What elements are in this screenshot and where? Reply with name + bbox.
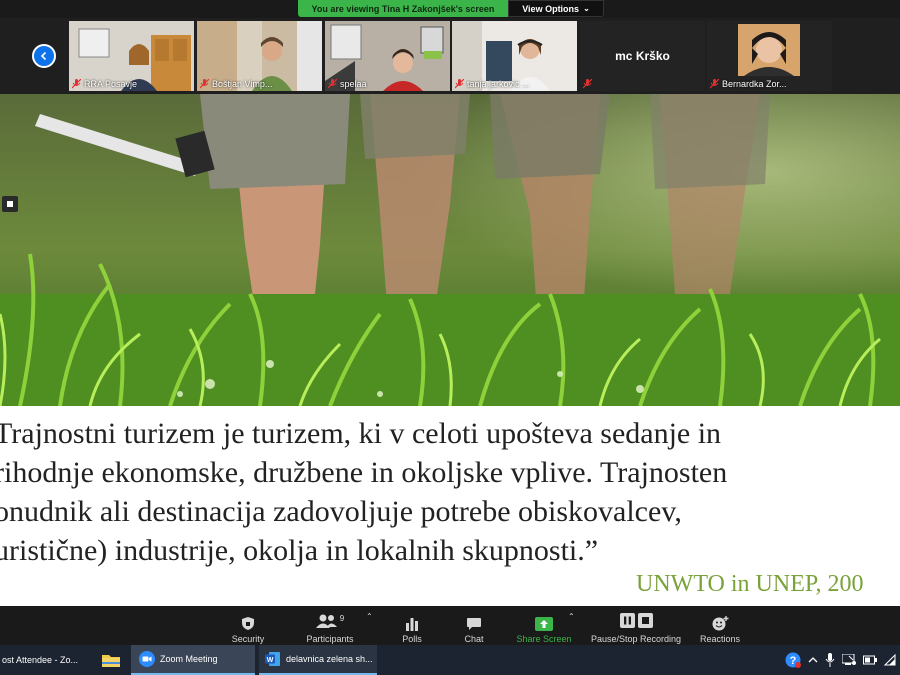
participants-button[interactable]: 9 Participants <box>302 608 358 644</box>
folder-icon <box>102 655 120 667</box>
emoji-plus-icon <box>712 616 728 631</box>
participant-tile[interactable]: Bernardka Zor... <box>707 21 832 91</box>
mic-muted-icon <box>455 79 464 89</box>
previous-page-button[interactable] <box>32 44 56 68</box>
mic-muted-icon <box>72 79 81 89</box>
recording-label: Pause/Stop Recording <box>590 634 682 644</box>
chevron-up-icon[interactable] <box>808 655 818 665</box>
chat-bubble-icon <box>467 618 481 630</box>
quote-line: uristične) industrije, okolja in lokalni… <box>0 534 599 567</box>
participant-tile[interactable]: tanja jarkovic ... <box>452 21 577 91</box>
pause-stop-recording-button[interactable]: Pause/Stop Recording <box>588 608 684 644</box>
taskbar-item-label: Zoom Meeting <box>160 654 218 664</box>
participant-name: RRA Posavje <box>84 79 138 89</box>
help-icon[interactable]: ? <box>785 652 801 668</box>
quote-line: Trajnostni turizem je turizem, ki v celo… <box>0 417 722 450</box>
slide-quote: Trajnostni turizem je turizem, ki v celo… <box>0 414 900 570</box>
chevron-left-icon <box>40 51 47 61</box>
polls-button[interactable]: Polls <box>396 608 428 644</box>
participant-tile[interactable]: mc Krško <box>580 21 705 91</box>
stop-icon <box>637 613 653 628</box>
reactions-label: Reactions <box>699 634 741 644</box>
shield-icon <box>242 617 254 630</box>
zoom-camera-icon <box>139 651 155 667</box>
view-options-button[interactable]: View Options ⌄ <box>508 0 604 17</box>
participants-label: Participants <box>306 634 354 644</box>
view-banner: You are viewing Tina H Zakonjšek's scree… <box>0 0 900 18</box>
wifi-icon[interactable] <box>884 654 896 666</box>
slide-photo <box>0 94 900 406</box>
participants-caret-icon[interactable]: ⌃ <box>366 612 373 621</box>
word-icon: W <box>265 652 280 666</box>
taskbar-item-label: ost Attendee - Zo... <box>2 655 79 665</box>
pause-icon <box>619 613 635 628</box>
quote-line: onudnik ali destinacija zadovoljuje potr… <box>0 495 682 528</box>
bar-chart-icon <box>406 618 418 631</box>
people-icon <box>315 614 337 628</box>
participants-count: 9 <box>339 614 345 623</box>
view-options-label: View Options <box>522 3 580 14</box>
viewing-screen-label: You are viewing Tina H Zakonjšek's scree… <box>298 0 508 17</box>
participant-name: spelaa <box>340 79 367 89</box>
taskbar-item-label: delavnica zelena sh... <box>286 654 373 664</box>
taskbar-item-file-explorer[interactable] <box>96 645 126 675</box>
participant-tile[interactable]: Boštjan Vimp... <box>197 21 322 91</box>
quote-line: rihodnje ekonomske, družbene in okoljske… <box>0 456 728 489</box>
svg-text:W: W <box>267 657 274 664</box>
network-icon[interactable] <box>842 654 856 666</box>
stop-square-icon <box>7 201 13 207</box>
quote-source: UNWTO in UNEP, 200 <box>636 571 864 597</box>
stop-share-indicator[interactable] <box>2 196 18 212</box>
polls-label: Polls <box>402 634 422 644</box>
windows-taskbar: ost Attendee - Zo... Zoom Meeting W dela… <box>0 645 900 675</box>
security-button[interactable]: Security <box>226 608 270 644</box>
participant-tile[interactable]: RRA Posavje <box>69 21 194 91</box>
participant-name: Bernardka Zor... <box>722 79 787 89</box>
mic-muted-icon <box>583 79 592 89</box>
mic-muted-icon <box>328 79 337 89</box>
participant-name: tanja jarkovic ... <box>467 79 530 89</box>
mic-muted-icon <box>200 79 209 89</box>
reactions-button[interactable]: Reactions <box>698 608 742 644</box>
meeting-toolbar: Security 9 Participants ⌃ Polls Chat Sha… <box>0 606 900 645</box>
mic-muted-icon <box>710 79 719 89</box>
participant-photo <box>738 24 800 76</box>
microphone-icon[interactable] <box>825 653 835 667</box>
participant-name: Boštjan Vimp... <box>212 79 273 89</box>
system-tray: ? <box>785 652 896 668</box>
taskbar-item-host-attendee[interactable]: ost Attendee - Zo... <box>0 645 90 675</box>
share-screen-label: Share Screen <box>516 634 572 644</box>
security-label: Security <box>231 634 265 644</box>
share-screen-button[interactable]: Share Screen <box>514 608 574 644</box>
share-arrow-icon <box>535 617 553 631</box>
taskbar-item-zoom-meeting[interactable]: Zoom Meeting <box>131 645 255 675</box>
share-caret-icon[interactable]: ⌃ <box>568 612 575 621</box>
participant-name-center: mc Krško <box>615 49 670 63</box>
shared-screen: Trajnostni turizem je turizem, ki v celo… <box>0 94 900 606</box>
taskbar-item-word-document[interactable]: W delavnica zelena sh... <box>259 645 377 675</box>
participant-tile[interactable]: spelaa <box>325 21 450 91</box>
chevron-down-icon: ⌄ <box>583 4 590 13</box>
chat-label: Chat <box>464 634 484 644</box>
battery-icon[interactable] <box>863 655 877 665</box>
chat-button[interactable]: Chat <box>458 608 490 644</box>
participants-strip: RRA Posavje Boštjan Vimp... spelaa tanja… <box>0 18 900 94</box>
